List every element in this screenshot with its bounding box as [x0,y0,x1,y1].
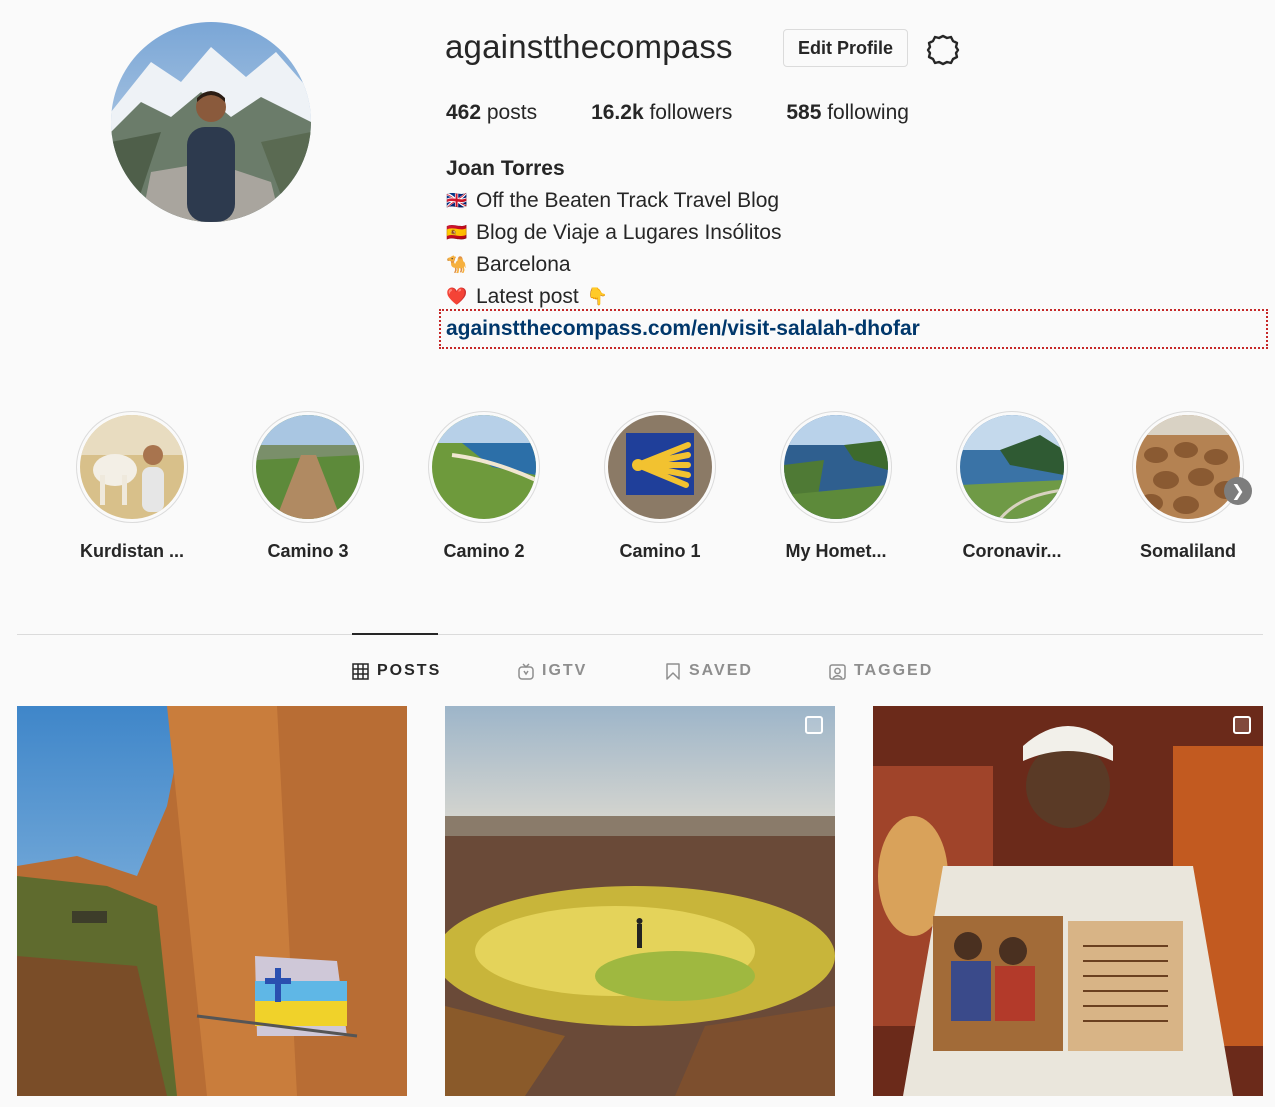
post-tile[interactable] [445,706,835,1096]
tab-label: POSTS [377,662,442,679]
settings-gear-icon[interactable] [924,31,962,69]
highlight-cover [1136,415,1240,519]
highlight-cover [784,415,888,519]
bio-line: 🇪🇸 Blog de Viaje a Lugares Insólitos [446,221,781,245]
highlight-label: Camino 2 [443,541,525,561]
post-tile[interactable] [873,706,1263,1096]
followers-count: 16.2k [591,101,644,124]
camel-icon: 🐪 [446,255,468,274]
carousel-icon [805,716,823,734]
uk-flag-icon: 🇬🇧 [446,191,468,210]
tab-tagged[interactable]: TAGGED [829,662,933,680]
posts-count: 462 [446,101,482,124]
bio-text: Off the Beaten Track Travel Blog [476,189,780,212]
profile-stats: 462 posts 16.2k followers 585 following [446,101,963,125]
highlight-ring [252,411,364,523]
highlight-label: Camino 1 [619,541,701,561]
highlight-ring [956,411,1068,523]
edit-profile-button[interactable]: Edit Profile [783,29,908,67]
spain-flag-icon: 🇪🇸 [446,223,468,242]
bio-line: 🇬🇧 Off the Beaten Track Travel Blog [446,189,779,213]
grid-icon [352,662,369,680]
tab-label: SAVED [689,662,753,679]
highlight-coronavirus[interactable]: Coronavir... [942,411,1082,562]
highlight-camino-2[interactable]: Camino 2 [414,411,554,562]
highlight-kurdistan[interactable]: Kurdistan ... [62,411,202,562]
profile-username: againstthecompass [445,28,733,65]
bio-text: Latest post [476,285,579,308]
followers-label: followers [643,101,733,124]
posts-stat: 462 posts [446,101,537,125]
highlight-cover [80,415,184,519]
posts-label: posts [481,101,538,124]
tv-icon [518,662,534,680]
tab-label: TAGGED [854,662,934,679]
tag-icon [829,663,846,680]
bio-text: Blog de Viaje a Lugares Insólitos [476,221,782,244]
chevron-right-icon[interactable]: ❯ [1224,477,1252,505]
tabs-divider [17,634,1263,635]
bio-line: 🐪 Barcelona [446,253,571,277]
pointing-down-icon: 👇 [586,287,608,306]
following-count: 585 [786,101,822,124]
highlight-label: Camino 3 [267,541,349,561]
carousel-icon [1233,716,1251,734]
followers-stat[interactable]: 16.2k followers [591,101,732,125]
post-tile[interactable] [17,706,407,1096]
active-tab-indicator [352,633,438,635]
highlight-cover [256,415,360,519]
following-stat[interactable]: 585 following [786,101,909,125]
highlight-ring [780,411,892,523]
bio-link[interactable]: againstthecompass.com/en/visit-salalah-d… [446,317,920,341]
highlight-cover [432,415,536,519]
highlight-camino-3[interactable]: Camino 3 [238,411,378,562]
following-label: following [821,101,909,124]
highlight-label: Somaliland [1139,541,1237,561]
highlight-ring [76,411,188,523]
highlight-camino-1[interactable]: Camino 1 [590,411,730,562]
profile-avatar[interactable] [111,22,311,222]
bio-line: ❤️ Latest post 👇 [446,285,608,309]
bio-text: Barcelona [476,253,571,276]
highlight-my-hometown[interactable]: My Homet... [766,411,906,562]
profile-full-name: Joan Torres [446,157,565,180]
highlight-ring [1132,411,1244,523]
highlight-cover [608,415,712,519]
highlight-label: My Homet... [785,541,887,561]
highlight-cover [960,415,1064,519]
highlight-ring [604,411,716,523]
tab-igtv[interactable]: IGTV [518,662,587,680]
highlight-ring [428,411,540,523]
bookmark-icon [666,662,680,680]
heart-icon: ❤️ [446,287,468,306]
highlight-label: Kurdistan ... [79,541,184,561]
highlight-label: Coronavir... [962,541,1062,561]
tab-label: IGTV [542,662,588,679]
tab-saved[interactable]: SAVED [665,662,753,680]
tab-posts[interactable]: POSTS [352,662,441,680]
